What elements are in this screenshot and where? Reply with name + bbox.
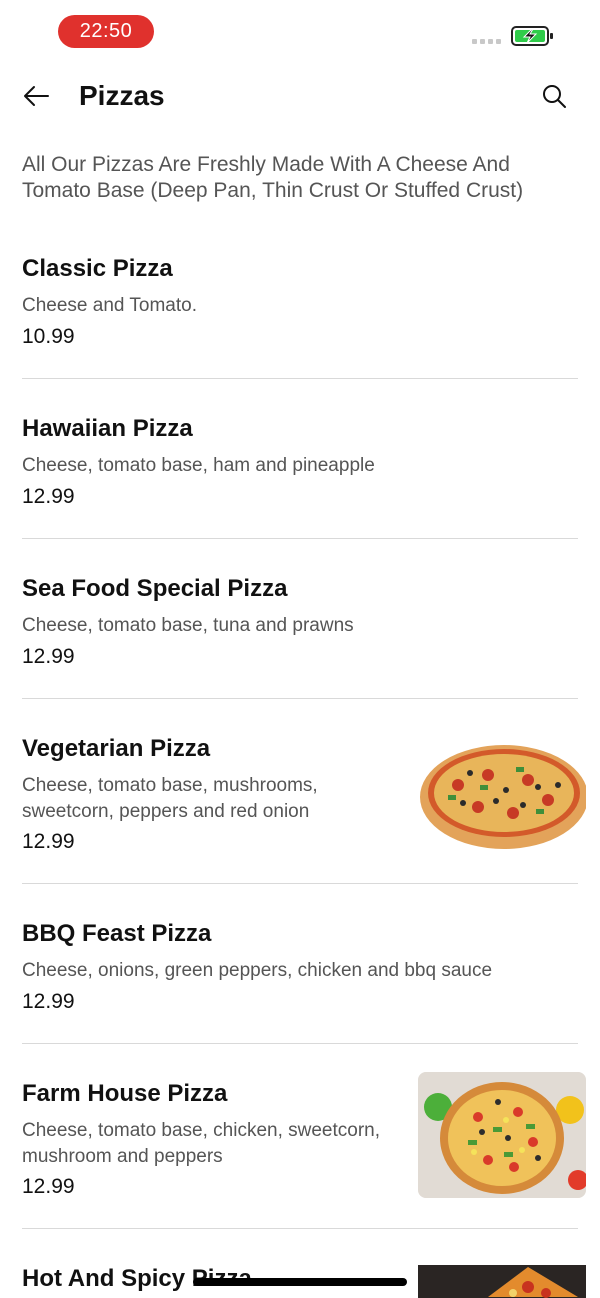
item-price: 10.99 (22, 325, 75, 348)
item-description: Cheese, tomato base, ham and pineapple (22, 455, 375, 476)
menu-item-classic-pizza[interactable]: Classic Pizza Cheese and Tomato. 10.99 (0, 255, 600, 379)
page-title: Pizzas (79, 80, 165, 111)
item-name: Sea Food Special Pizza (22, 575, 288, 602)
pizza-image (418, 1072, 586, 1198)
item-description: Cheese, onions, green peppers, chicken a… (22, 960, 493, 981)
status-bar: 22:50 (0, 0, 600, 64)
pizza-image (418, 735, 586, 853)
item-description: Cheese, tomato base, mushrooms, sweetcor… (22, 775, 318, 822)
item-description: Cheese and Tomato. (22, 295, 197, 316)
item-name: Farm House Pizza (22, 1080, 228, 1107)
home-indicator[interactable] (193, 1278, 407, 1286)
item-description: Cheese, tomato base, chicken, sweetcorn,… (22, 1120, 381, 1167)
search-button[interactable] (538, 82, 570, 114)
divider (22, 538, 578, 539)
menu-item-bbq-feast-pizza[interactable]: BBQ Feast Pizza Cheese, onions, green pe… (0, 920, 600, 1044)
back-button[interactable] (20, 82, 52, 114)
menu-item-sea-food-special-pizza[interactable]: Sea Food Special Pizza Cheese, tomato ba… (0, 575, 600, 699)
item-price: 12.99 (22, 485, 75, 508)
item-name: Classic Pizza (22, 255, 173, 282)
pizza-image (418, 1265, 586, 1298)
battery-charging-icon (511, 26, 553, 46)
divider (22, 1043, 578, 1044)
divider (22, 883, 578, 884)
item-name: BBQ Feast Pizza (22, 920, 212, 947)
menu-item-farm-house-pizza[interactable]: Farm House Pizza Cheese, tomato base, ch… (0, 1072, 600, 1229)
item-price: 12.99 (22, 1175, 75, 1198)
item-price: 12.99 (22, 990, 75, 1013)
signal-icon (472, 39, 501, 44)
menu-item-vegetarian-pizza[interactable]: Vegetarian Pizza Cheese, tomato base, mu… (0, 735, 600, 884)
divider (22, 378, 578, 379)
menu-item-hawaiian-pizza[interactable]: Hawaiian Pizza Cheese, tomato base, ham … (0, 415, 600, 539)
item-name: Hawaiian Pizza (22, 415, 193, 442)
app-header: Pizzas (0, 64, 600, 132)
item-name: Vegetarian Pizza (22, 735, 211, 762)
status-time: 22:50 (58, 15, 154, 48)
search-icon (541, 83, 567, 114)
item-price: 12.99 (22, 830, 75, 853)
item-price: 12.99 (22, 645, 75, 668)
category-description: All Our Pizzas Are Freshly Made With A C… (22, 153, 524, 202)
arrow-left-icon (22, 84, 50, 113)
item-description: Cheese, tomato base, tuna and prawns (22, 615, 354, 636)
divider (22, 1228, 578, 1229)
divider (22, 698, 578, 699)
